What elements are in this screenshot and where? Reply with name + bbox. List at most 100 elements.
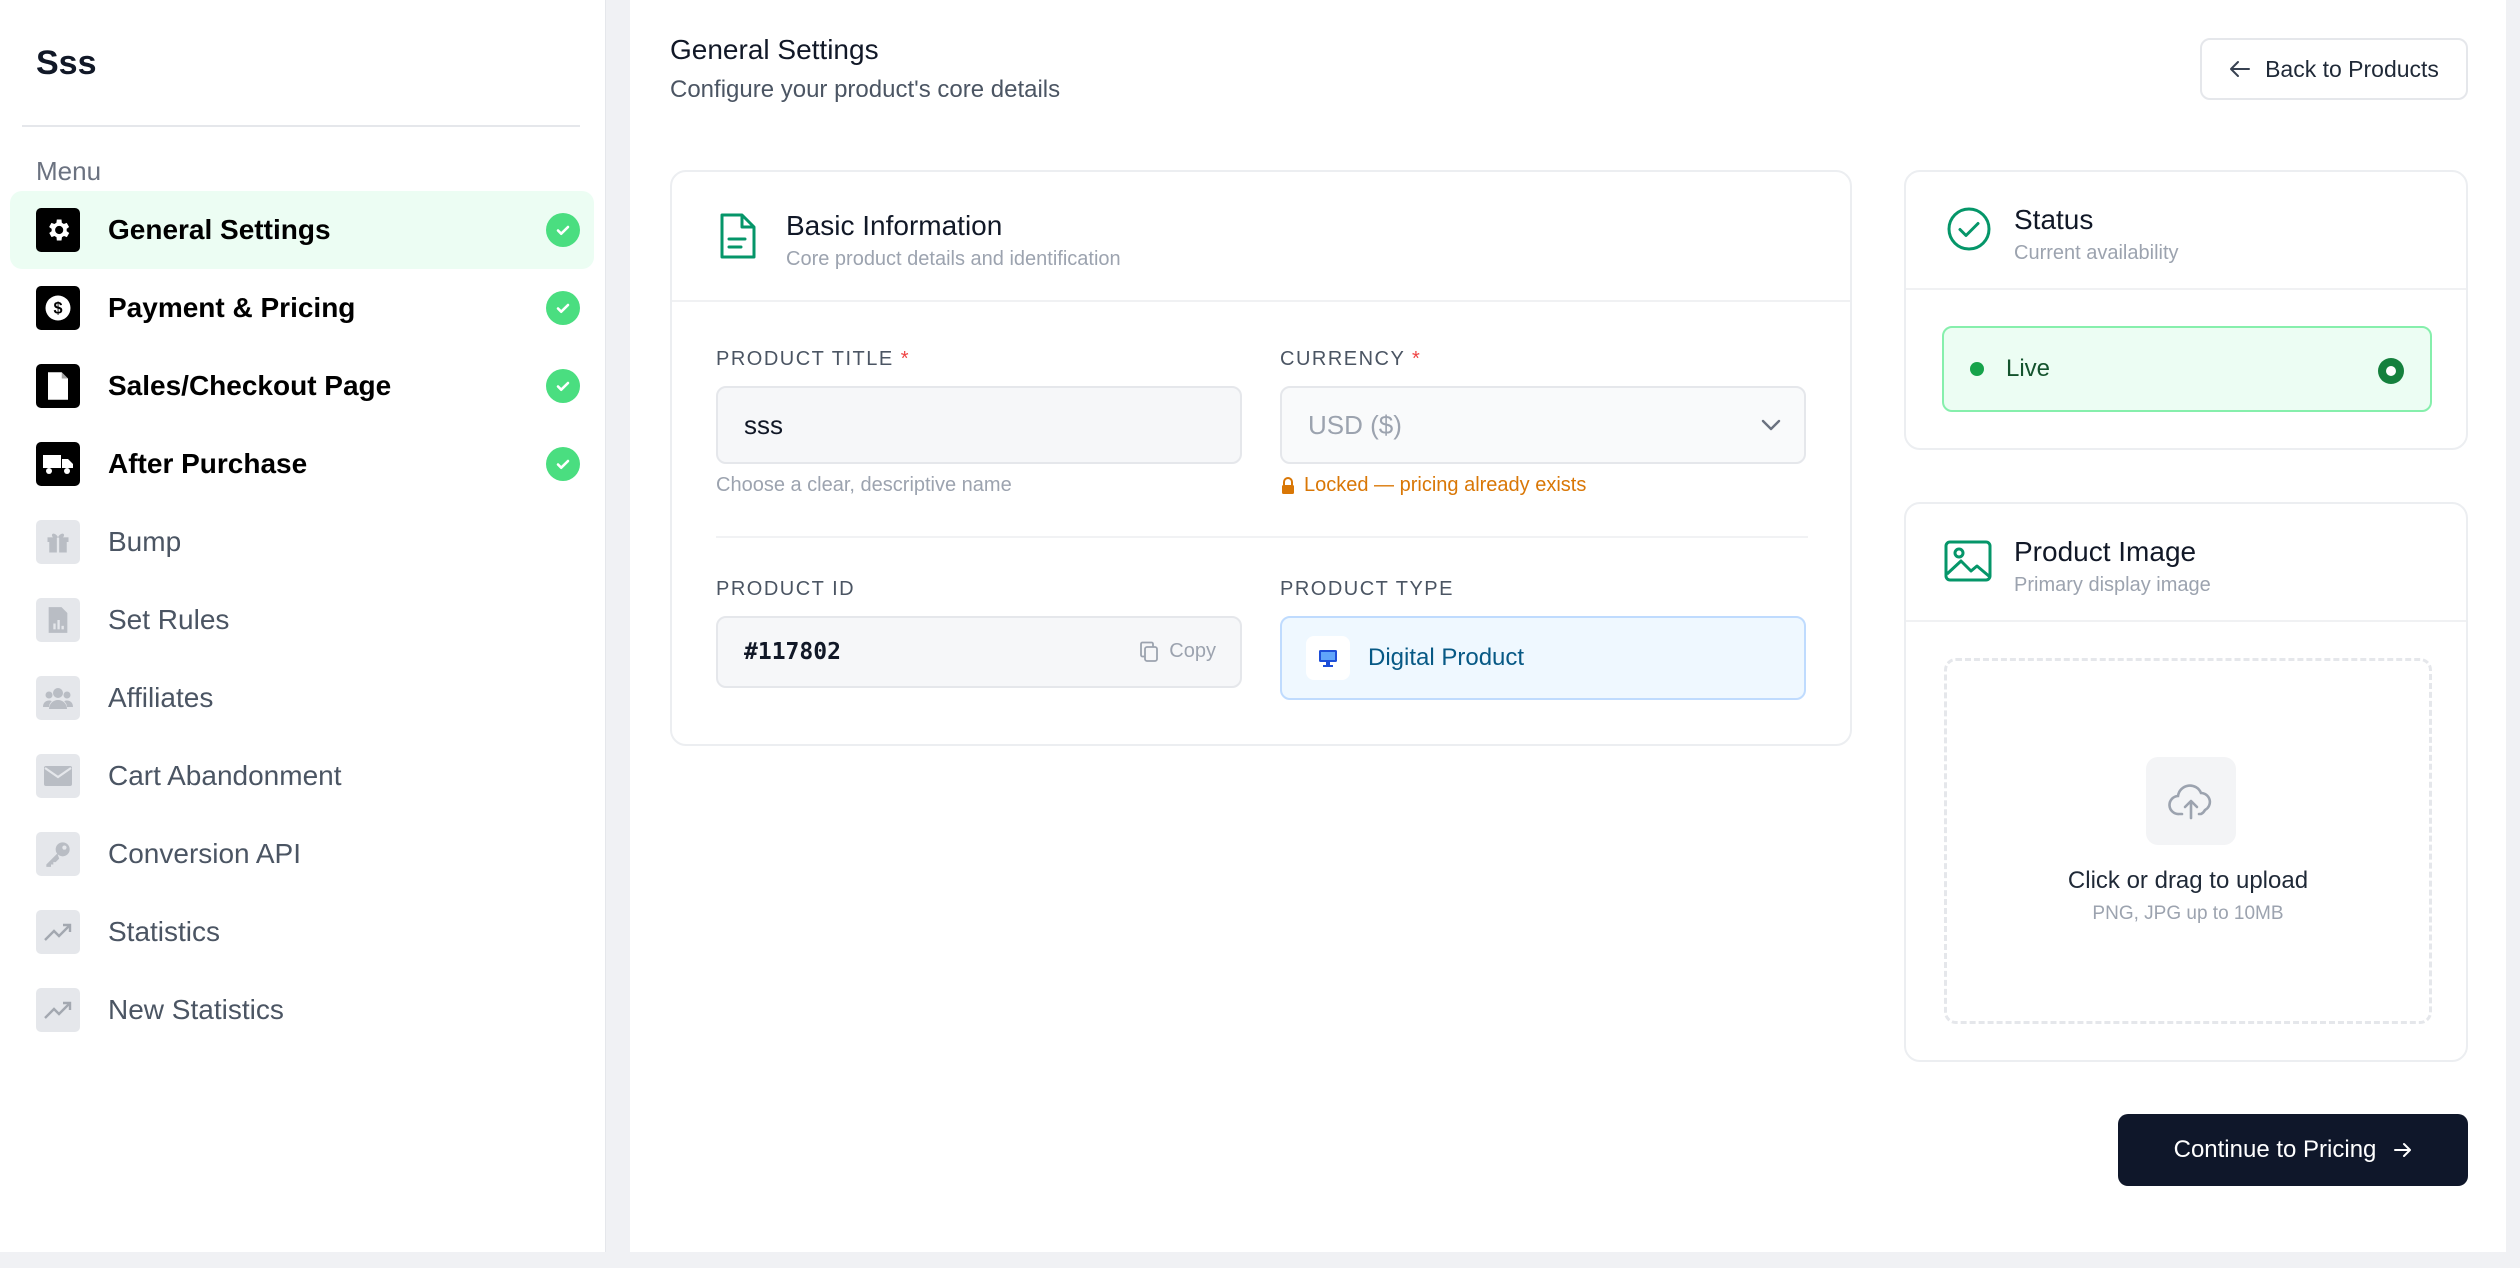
product-title-value: sss	[744, 409, 783, 440]
brand-title: Sss	[36, 44, 97, 82]
sidebar-item-label: Cart Abandonment	[108, 760, 342, 791]
sidebar-item-label: Set Rules	[108, 604, 230, 635]
check-circle-icon	[546, 369, 580, 403]
upload-hint: PNG, JPG up to 10MB	[2092, 903, 2284, 924]
sidebar-item-statistics[interactable]: Statistics	[10, 893, 594, 971]
product-title-label: PRODUCT TITLE *	[716, 348, 910, 371]
currency-value: USD ($)	[1308, 409, 1402, 440]
chevron-down-icon	[1761, 419, 1781, 431]
check-circle-icon	[546, 213, 580, 247]
product-id-field: #117802 Copy	[716, 616, 1242, 688]
gift-icon	[36, 520, 80, 564]
status-value: Live	[2006, 355, 2051, 382]
arrow-right-icon	[2394, 1143, 2412, 1157]
basic-card-subtitle: Core product details and identification	[786, 248, 1121, 270]
product-image-card: Product Image Primary display image Clic…	[1904, 502, 2468, 1062]
upload-instruction: Click or drag to upload	[2067, 867, 2309, 894]
status-card: Status Current availability Live	[1904, 170, 2468, 450]
users-icon	[36, 676, 80, 720]
product-title-input[interactable]: sss	[716, 386, 1242, 464]
sidebar-item-set-rules[interactable]: Set Rules	[10, 581, 594, 659]
page-subtitle: Configure your product's core details	[670, 76, 1061, 103]
sidebar-item-label: Bump	[108, 526, 182, 557]
document-icon	[718, 212, 758, 265]
check-circle-icon	[546, 447, 580, 481]
status-option-live[interactable]: Live	[1942, 326, 2432, 412]
key-icon	[36, 832, 80, 876]
basic-card-title: Basic Information	[786, 210, 1003, 241]
required-mark: *	[1412, 348, 1422, 370]
sidebar-nav: General Settings $ Payment & Pricing Sal…	[10, 191, 594, 1049]
sidebar-item-label: Conversion API	[108, 838, 301, 869]
product-type-field: Digital Product	[1280, 616, 1806, 700]
menu-label: Menu	[36, 156, 102, 186]
cta-label: Continue to Pricing	[2173, 1136, 2377, 1163]
sidebar-item-label: Affiliates	[108, 682, 214, 713]
trending-up-icon	[36, 910, 80, 954]
image-card-header: Product Image Primary display image	[1906, 504, 2466, 622]
product-id-label: PRODUCT ID	[716, 578, 856, 600]
status-title: Status	[2014, 204, 2094, 235]
sidebar-item-label: New Statistics	[108, 994, 284, 1025]
image-upload-dropzone[interactable]: Click or drag to upload PNG, JPG up to 1…	[1944, 658, 2432, 1024]
monitor-icon	[1306, 636, 1350, 680]
sidebar-item-sales-checkout[interactable]: Sales/Checkout Page	[10, 347, 594, 425]
copy-button[interactable]: Copy	[1139, 640, 1216, 663]
sidebar-item-general-settings[interactable]: General Settings	[10, 191, 594, 269]
envelope-icon	[36, 754, 80, 798]
product-title-label-text: PRODUCT TITLE	[716, 348, 894, 370]
sidebar-item-bump[interactable]: Bump	[10, 503, 594, 581]
truck-icon	[36, 442, 80, 486]
status-subtitle: Current availability	[2014, 242, 2179, 264]
currency-lock-warning: Locked — pricing already exists	[1280, 474, 1586, 497]
main-panel: General Settings Configure your product'…	[630, 0, 2506, 1252]
sidebar-divider	[22, 125, 580, 127]
sidebar-item-label: Statistics	[108, 916, 221, 947]
sidebar-item-label: Payment & Pricing	[108, 292, 356, 323]
sidebar-item-new-statistics[interactable]: New Statistics	[10, 971, 594, 1049]
arrow-left-icon	[2230, 61, 2251, 77]
sidebar-item-label: General Settings	[108, 214, 331, 245]
image-card-title: Product Image	[2014, 536, 2197, 567]
product-type-label: PRODUCT TYPE	[1280, 578, 1454, 600]
live-indicator-dot	[1970, 362, 1984, 376]
image-card-subtitle: Primary display image	[2014, 574, 2211, 596]
continue-to-pricing-button[interactable]: Continue to Pricing	[2118, 1114, 2468, 1186]
sidebar-item-after-purchase[interactable]: After Purchase	[10, 425, 594, 503]
sidebar-item-cart-abandonment[interactable]: Cart Abandonment	[10, 737, 594, 815]
sidebar-item-affiliates[interactable]: Affiliates	[10, 659, 594, 737]
product-type-value: Digital Product	[1368, 644, 1525, 671]
copy-icon	[1140, 641, 1159, 662]
cloud-upload-icon	[2146, 757, 2236, 845]
trending-up-icon	[36, 988, 80, 1032]
currency-warning-text: Locked — pricing already exists	[1304, 474, 1587, 496]
file-chart-icon	[36, 598, 80, 642]
sidebar-item-label: After Purchase	[108, 448, 308, 479]
sidebar-item-label: Sales/Checkout Page	[108, 370, 392, 401]
product-title-hint: Choose a clear, descriptive name	[716, 474, 1012, 496]
radio-selected-icon	[2378, 358, 2404, 384]
dollar-icon: $	[36, 286, 80, 330]
basic-information-card: Basic Information Core product details a…	[670, 170, 1852, 746]
currency-label-text: CURRENCY	[1280, 348, 1405, 370]
basic-card-header: Basic Information Core product details a…	[672, 172, 1850, 302]
file-icon	[36, 364, 80, 408]
required-mark: *	[900, 348, 911, 370]
svg-text:$: $	[53, 300, 62, 318]
field-divider	[716, 536, 1808, 538]
image-icon	[1944, 540, 1992, 587]
sidebar: Sss Menu General Settings $ Payment & Pr…	[0, 0, 606, 1252]
product-id-value: #117802	[744, 639, 841, 665]
currency-label: CURRENCY *	[1280, 348, 1421, 371]
back-to-products-button[interactable]: Back to Products	[2200, 38, 2468, 100]
lock-icon	[1282, 476, 1294, 494]
check-circle-icon	[546, 291, 580, 325]
sidebar-item-payment-pricing[interactable]: $ Payment & Pricing	[10, 269, 594, 347]
sidebar-item-conversion-api[interactable]: Conversion API	[10, 815, 594, 893]
currency-select[interactable]: USD ($)	[1280, 386, 1806, 464]
copy-label: Copy	[1169, 640, 1216, 662]
status-card-header: Status Current availability	[1906, 172, 2466, 290]
back-button-label: Back to Products	[2265, 55, 2439, 82]
gear-icon	[36, 208, 80, 252]
page-title: General Settings	[670, 34, 879, 65]
